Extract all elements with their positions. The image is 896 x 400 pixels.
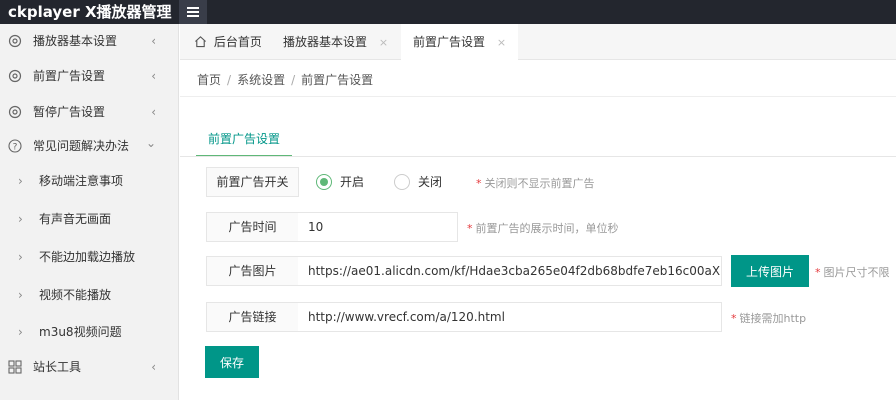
chevron-right-icon: › [18,174,23,188]
ad-image-url-input[interactable]: https://ae01.alicdn.com/kf/Hdae3cba265e0… [298,256,722,286]
gear-icon [8,69,22,83]
sidebar-item-label: 暂停广告设置 [33,105,106,119]
sidebar-subitem-no-video[interactable]: › 有声音无画面 [0,200,178,238]
sidebar-subitem-label: 有声音无画面 [39,212,112,226]
hint-text: 图片尺寸不限 [823,266,890,279]
required-star: * [815,266,821,279]
menu-icon-line [187,7,199,9]
upload-image-button[interactable]: 上传图片 [731,255,809,287]
grid-icon [8,360,22,374]
save-button[interactable]: 保存 [205,346,259,378]
sidebar-item-label: 播放器基本设置 [33,34,118,48]
chevron-right-icon: › [18,212,23,226]
svg-text:?: ? [13,143,18,153]
required-star: * [731,312,737,325]
sidebar-subitem-cannot-play[interactable]: › 视频不能播放 [0,276,178,314]
home-icon [195,36,206,48]
sidebar-subitem-label: 移动端注意事项 [39,174,124,188]
ad-image-label: 广告图片 [206,256,299,286]
ad-link-input[interactable]: http://www.vrecf.com/a/120.html [298,302,722,332]
breadcrumb-home-link[interactable]: 首页 [197,73,221,87]
gear-icon [8,105,22,119]
tab-label: 播放器基本设置 [283,35,368,49]
page-tabs: 后台首页 播放器基本设置 × 前置广告设置 × [180,24,896,60]
breadcrumb-separator: / [227,73,232,87]
ad-time-hint: * 前置广告的展示时间，单位秒 [467,220,619,236]
breadcrumb-current: 前置广告设置 [301,73,374,87]
menu-toggle-button[interactable] [179,0,207,24]
sidebar-subitem-progressive-play[interactable]: › 不能边加载边播放 [0,238,178,276]
chevron-left-icon: ‹ [151,34,156,48]
tab-label: 前置广告设置 [413,35,486,49]
radio-label: 关闭 [418,175,443,189]
sidebar-subitem-label: 视频不能播放 [39,288,112,302]
chevron-left-icon: ‹ [151,360,156,374]
sidebar-item-pause-ad[interactable]: 暂停广告设置 ‹ [0,94,178,130]
tab-admin-home[interactable]: 后台首页 [194,24,262,60]
hint-text: 链接需加http [739,312,807,325]
breadcrumb: 首页 / 系统设置 / 前置广告设置 [197,71,373,88]
close-icon[interactable]: × [497,36,506,49]
chevron-right-icon: › [18,325,23,339]
hint-text: 前置广告的展示时间，单位秒 [475,222,619,235]
sidebar-subitem-m3u8[interactable]: › m3u8视频问题 [0,314,178,350]
required-star: * [467,222,473,235]
ad-link-label: 广告链接 [206,302,299,332]
menu-icon-line [187,15,199,17]
chevron-left-icon: ‹ [151,69,156,83]
chevron-right-icon: › [18,250,23,264]
question-circle-icon: ? [8,139,22,153]
sidebar-subitem-label: m3u8视频问题 [39,325,122,339]
sidebar-subitem-mobile-notes[interactable]: › 移动端注意事项 [0,162,178,200]
ad-image-hint: * 图片尺寸不限 [815,264,890,280]
tab-player-settings[interactable]: 播放器基本设置 × [283,24,388,60]
ad-link-hint: * 链接需加http [731,310,806,326]
radio-disable[interactable]: 关闭 [394,172,442,192]
breadcrumb-system-link[interactable]: 系统设置 [237,73,285,87]
breadcrumb-separator: / [291,73,296,87]
radio-enable[interactable]: 开启 [316,172,364,192]
tab-preroll-ad-settings[interactable]: 前置广告设置 × [401,24,519,60]
sidebar: 播放器基本设置 ‹ 前置广告设置 ‹ 暂停广告设置 ‹ ? 常见问题解决办法 ⌄… [0,24,179,400]
tab-label: 后台首页 [213,35,262,49]
switch-hint: * 关闭则不显示前置广告 [476,175,595,191]
sidebar-item-faq[interactable]: ? 常见问题解决办法 ⌄ [0,130,178,162]
sidebar-item-player-settings[interactable]: 播放器基本设置 ‹ [0,24,178,58]
sidebar-item-label: 前置广告设置 [33,69,106,83]
ad-time-label: 广告时间 [206,212,299,242]
radio-label: 开启 [340,175,365,189]
close-icon[interactable]: × [379,36,388,49]
ad-time-input[interactable]: 10 [298,212,458,242]
gear-icon [8,34,22,48]
app-title: ckplayer X播放器管理 [8,3,172,21]
menu-icon-line [187,11,199,13]
sidebar-item-webmaster-tools[interactable]: 站长工具 ‹ [0,350,178,384]
sidebar-item-preroll-ad[interactable]: 前置广告设置 ‹ [0,58,178,94]
section-tab-preroll-ad[interactable]: 前置广告设置 [196,124,292,157]
required-star: * [476,177,482,190]
top-header: ckplayer X播放器管理 [0,0,896,24]
chevron-left-icon: ‹ [151,105,156,119]
sidebar-item-label: 常见问题解决办法 [33,139,130,153]
preroll-switch-label: 前置广告开关 [206,167,299,197]
hint-text: 关闭则不显示前置广告 [484,177,595,190]
radio-checked-icon [316,173,332,190]
sidebar-item-label: 站长工具 [33,360,82,374]
divider [180,156,896,157]
divider [180,96,896,97]
chevron-down-icon: ⌄ [145,136,156,150]
radio-unchecked-icon [394,173,410,190]
sidebar-subitem-label: 不能边加载边播放 [39,250,136,264]
chevron-right-icon: › [18,288,23,302]
